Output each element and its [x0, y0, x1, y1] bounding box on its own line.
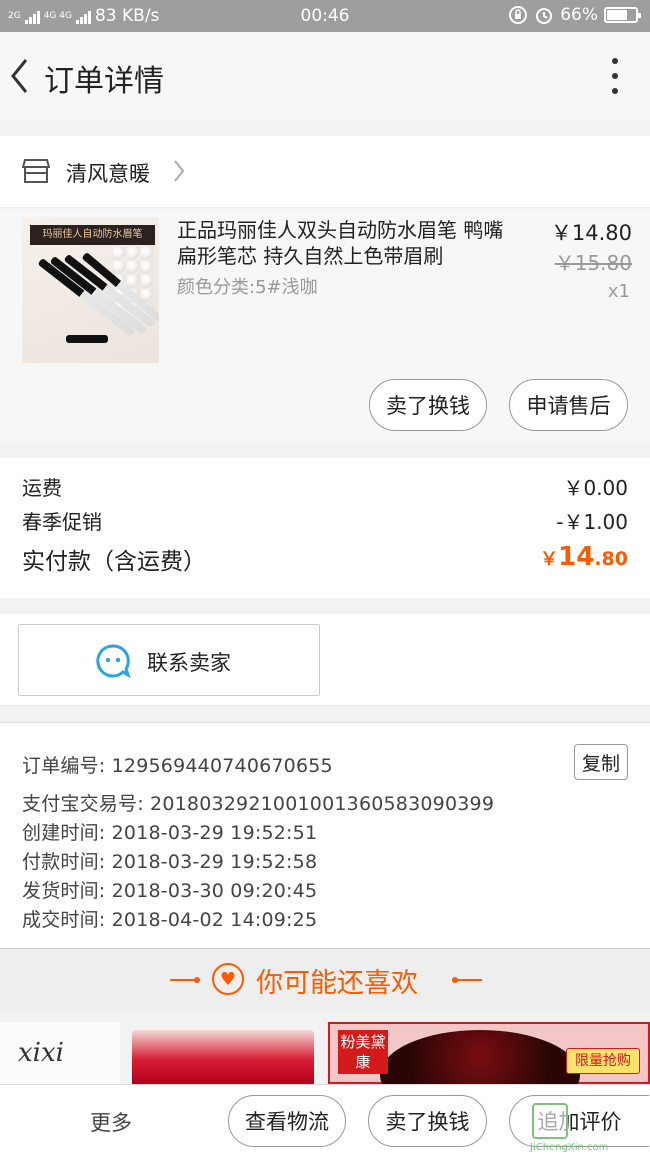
bottom-action-bar: 更多 查看物流 卖了换钱 追加评价 JiChengXin.com [0, 1084, 650, 1155]
brand-tag: 粉美黛康 [338, 1030, 388, 1074]
shop-name: 清风意暖 [66, 162, 150, 186]
shipping-value: ￥0.00 [563, 476, 628, 500]
closed-time: 成交时间: 2018-04-02 14:09:25 [22, 909, 318, 931]
created-time: 创建时间: 2018-03-29 19:52:51 [22, 822, 318, 844]
product-image[interactable]: 玛丽佳人自动防水眉笔 [22, 217, 159, 363]
recommend-card[interactable]: xixi [0, 1022, 120, 1084]
order-number: 订单编号: 129569440740670655 [22, 755, 333, 777]
order-info: 订单编号: 129569440740670655 复制 支付宝交易号: 2018… [0, 722, 650, 948]
watermark: JiChengXin.com [526, 1103, 646, 1153]
contact-seller-label: 联系卖家 [147, 651, 231, 675]
lock-rotation-icon [509, 6, 528, 24]
back-arrow-icon[interactable] [8, 56, 32, 96]
recommend-card[interactable]: 粉美黛康 限量抢购 [328, 1022, 650, 1084]
recommend-list: xixi 粉美黛康 限量抢购 [0, 1022, 650, 1084]
store-icon [22, 159, 50, 183]
alarm-icon [536, 8, 553, 24]
chevron-right-icon [174, 160, 185, 182]
title-bar: 订单详情 [0, 32, 650, 120]
battery-percent: 66% [560, 5, 598, 25]
paid-time: 付款时间: 2018-03-29 19:52:58 [22, 851, 318, 873]
paid-label: 实付款（含运费） [22, 549, 206, 575]
sell-for-cash-button[interactable]: 卖了换钱 [368, 1095, 487, 1147]
contact-seller-button[interactable]: 联系卖家 [18, 624, 320, 696]
shop-row[interactable]: 清风意暖 [0, 136, 650, 208]
battery-icon [604, 7, 641, 23]
status-right: 66% [508, 5, 641, 25]
paid-row: 实付款（含运费） ￥14.80 [22, 542, 628, 576]
product-original-price: ￥15.80 [554, 251, 632, 275]
product-quantity: x1 [607, 281, 630, 302]
order-item[interactable]: 玛丽佳人自动防水眉笔 正品玛丽佳人双头自动防水眉笔 鸭嘴扁形笔芯 持久自然上色带… [0, 209, 650, 441]
more-options-icon[interactable] [610, 58, 620, 94]
heart-icon: ♥ [212, 963, 244, 995]
product-price: ￥14.80 [550, 221, 632, 245]
brand-logo: xixi [18, 1038, 64, 1068]
recommend-title: 你可能还喜欢 [256, 968, 418, 999]
shipping-label: 运费 [22, 476, 62, 500]
sell-for-cash-button[interactable]: 卖了换钱 [369, 379, 487, 431]
product-sku: 颜色分类:5#浅咖 [177, 277, 318, 298]
recommend-header: ♥ 你可能还喜欢 [0, 948, 650, 1012]
after-sale-button[interactable]: 申请售后 [509, 379, 628, 431]
product-image-banner: 玛丽佳人自动防水眉笔 [30, 225, 155, 245]
promo-row: 春季促销 -￥1.00 [22, 506, 628, 535]
status-bar: 2G 4G 4G 83 KB/s 00:46 66% [0, 0, 650, 32]
view-logistics-button[interactable]: 查看物流 [228, 1095, 346, 1147]
paid-amount: ￥14.80 [540, 542, 628, 572]
more-button[interactable]: 更多 [90, 1107, 132, 1137]
fee-summary: 运费 ￥0.00 春季促销 -￥1.00 实付款（含运费） ￥14.80 [0, 458, 650, 598]
alipay-number: 支付宝交易号: 2018032921001001360583090399 [22, 793, 495, 815]
shipping-row: 运费 ￥0.00 [22, 472, 628, 501]
product-title[interactable]: 正品玛丽佳人双头自动防水眉笔 鸭嘴扁形笔芯 持久自然上色带眉刷 [177, 217, 517, 269]
promo-badge: 限量抢购 [566, 1048, 640, 1074]
watermark-text: JiChengXin.com [530, 1142, 609, 1153]
contact-section: 联系卖家 [0, 614, 650, 706]
watermark-logo-icon [532, 1103, 568, 1139]
shipped-time: 发货时间: 2018-03-30 09:20:45 [22, 880, 318, 902]
recommend-card[interactable] [132, 1030, 314, 1084]
copy-button[interactable]: 复制 [574, 744, 628, 780]
chat-icon [96, 644, 131, 679]
promo-label: 春季促销 [22, 510, 102, 534]
page-title: 订单详情 [44, 64, 164, 99]
promo-value: -￥1.00 [556, 510, 628, 534]
